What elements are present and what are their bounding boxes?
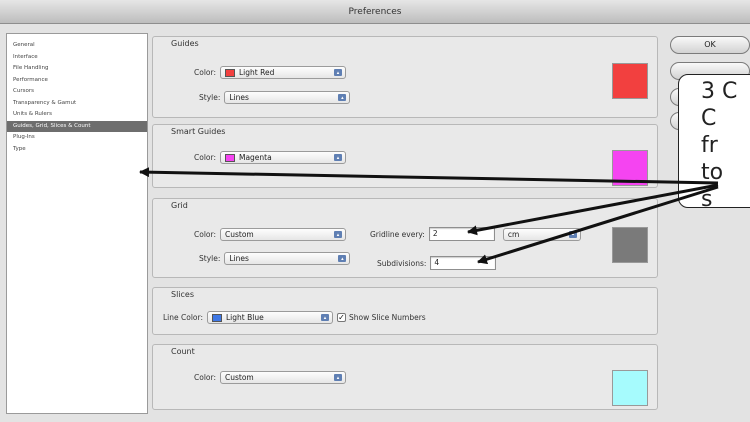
annotation-arrows — [139, 167, 719, 265]
arrow-to-sidebar-item — [139, 167, 719, 185]
